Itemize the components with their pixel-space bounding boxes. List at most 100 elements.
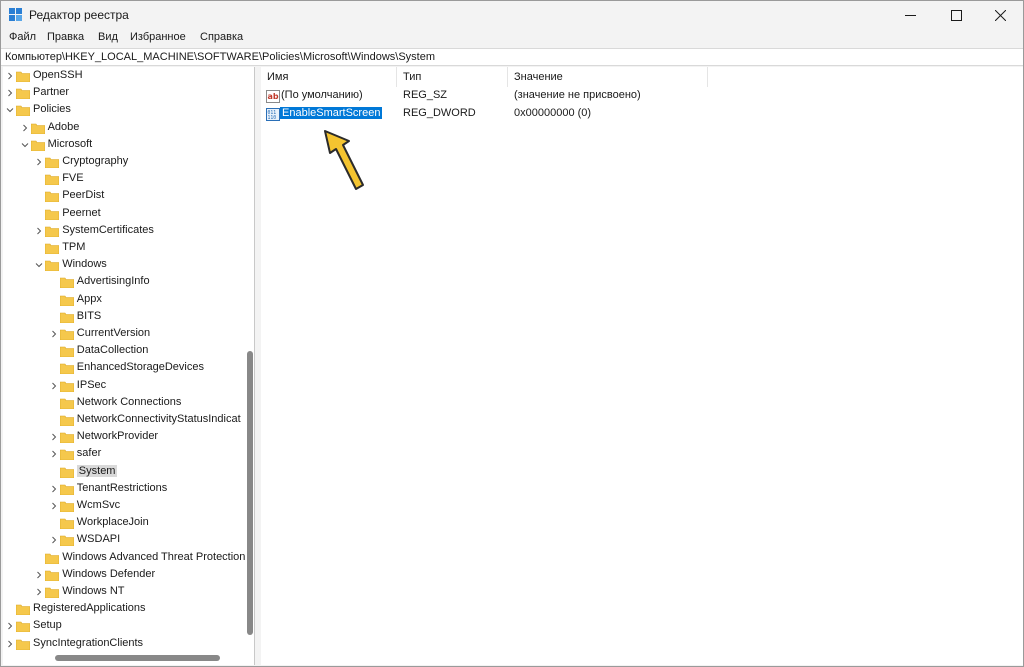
tree-item-systemcertificates[interactable]: SystemCertificates bbox=[3, 223, 243, 240]
tree-item-label: Setup bbox=[33, 619, 62, 632]
chevron-right-icon[interactable] bbox=[34, 570, 44, 580]
folder-icon bbox=[59, 432, 74, 444]
chevron-down-icon[interactable] bbox=[20, 140, 30, 150]
value-name: (По умолчанию) bbox=[281, 89, 363, 101]
tree-vertical-scroll-thumb[interactable] bbox=[247, 351, 253, 635]
tree-item-syncintegrationclients[interactable]: SyncIntegrationClients bbox=[3, 636, 243, 653]
tree-item-appx[interactable]: Appx bbox=[3, 292, 243, 309]
tree-item-openssh[interactable]: OpenSSH bbox=[3, 68, 243, 85]
folder-icon bbox=[45, 226, 60, 237]
address-bar[interactable]: Компьютер\HKEY_LOCAL_MACHINE\SOFTWARE\Po… bbox=[1, 48, 1023, 66]
minimize-button[interactable] bbox=[887, 1, 933, 29]
tree-item-label: Microsoft bbox=[47, 137, 93, 150]
tree-item-network-connections[interactable]: Network Connections bbox=[3, 395, 243, 412]
folder-icon bbox=[16, 639, 30, 650]
value-row[interactable]: 011 110 EnableSmartScreen REG_DWORD 0x000000… bbox=[261, 106, 1023, 123]
tree-item-label: Adobe bbox=[47, 120, 80, 133]
chevron-down-icon[interactable] bbox=[5, 105, 15, 115]
menu-help[interactable]: Справка bbox=[200, 31, 243, 43]
maximize-button[interactable] bbox=[933, 1, 979, 29]
tree-item-system[interactable]: System bbox=[3, 464, 243, 481]
tree-item-tpm[interactable]: TPM bbox=[3, 240, 243, 257]
folder-icon bbox=[30, 140, 45, 151]
chevron-right-icon[interactable] bbox=[49, 484, 59, 494]
chevron-right-icon[interactable] bbox=[49, 501, 59, 511]
values-pane[interactable]: Имя Тип Значение ab (По умолчанию) REG_SZ (… bbox=[261, 67, 1023, 665]
tree-item-adobe[interactable]: Adobe bbox=[3, 120, 243, 137]
menu-edit[interactable]: Правка bbox=[47, 31, 84, 43]
tree-item-label: Partner bbox=[33, 86, 70, 99]
minimize-icon bbox=[904, 14, 916, 16]
window-title: Редактор реестра bbox=[29, 8, 129, 22]
tree-horizontal-scroll-thumb[interactable] bbox=[55, 655, 220, 661]
tree-item-label: Network Connections bbox=[76, 395, 182, 408]
folder-icon bbox=[59, 518, 74, 530]
folder-icon bbox=[45, 553, 60, 564]
tree-item-safer[interactable]: safer bbox=[3, 446, 243, 463]
tree-item-enhancedstoragedevices[interactable]: EnhancedStorageDevices bbox=[3, 360, 243, 377]
folder-icon bbox=[16, 71, 30, 82]
tree-item-wcmsvc[interactable]: WcmSvc bbox=[3, 498, 243, 515]
maximize-icon bbox=[950, 9, 962, 21]
menu-favorites[interactable]: Избранное bbox=[130, 31, 186, 43]
chevron-right-icon[interactable] bbox=[34, 226, 44, 236]
column-header-type[interactable]: Тип bbox=[397, 67, 508, 87]
chevron-right-icon[interactable] bbox=[49, 381, 59, 391]
tree-item-peerdist[interactable]: PeerDist bbox=[3, 188, 243, 205]
tree-item-wsdapi[interactable]: WSDAPI bbox=[3, 532, 243, 549]
chevron-right-icon[interactable] bbox=[49, 449, 59, 459]
tree-item-windows[interactable]: Windows bbox=[3, 257, 243, 274]
tree-item-fve[interactable]: FVE bbox=[3, 171, 243, 188]
folder-icon bbox=[59, 415, 74, 426]
tree-item-label: System bbox=[76, 464, 118, 477]
tree-item-setup[interactable]: Setup bbox=[3, 618, 243, 635]
chevron-right-icon[interactable] bbox=[34, 157, 44, 167]
chevron-right-icon[interactable] bbox=[49, 329, 59, 339]
tree-item-microsoft[interactable]: Microsoft bbox=[3, 137, 243, 154]
tree-item-label: Policies bbox=[33, 103, 71, 116]
value-data: (значение не присвоено) bbox=[514, 89, 641, 101]
key-tree-pane[interactable]: OpenSSH Partner Policies Adobe Microsoft Cryp… bbox=[3, 67, 255, 665]
chevron-right-icon[interactable] bbox=[49, 535, 59, 545]
binary-value-icon: 011110 bbox=[266, 107, 280, 121]
tree-item-tenantrestrictions[interactable]: TenantRestrictions bbox=[3, 481, 243, 498]
chevron-right-icon[interactable] bbox=[34, 587, 44, 597]
tree-item-networkconnectivitystatusindicat[interactable]: NetworkConnectivityStatusIndicat bbox=[3, 412, 243, 429]
tree-item-workplacejoin[interactable]: WorkplaceJoin bbox=[3, 515, 243, 532]
folder-icon bbox=[59, 398, 74, 409]
tree-item-windows-advanced-threat-protection[interactable]: Windows Advanced Threat Protection bbox=[3, 550, 245, 567]
tree-item-datacollection[interactable]: DataCollection bbox=[3, 343, 243, 360]
close-button[interactable] bbox=[977, 1, 1023, 29]
column-header-data[interactable]: Значение bbox=[508, 67, 708, 87]
tree-item-label: RegisteredApplications bbox=[33, 602, 146, 615]
tree-item-currentversion[interactable]: CurrentVersion bbox=[3, 326, 243, 343]
tree-item-policies[interactable]: Policies bbox=[3, 102, 243, 119]
chevron-right-icon[interactable] bbox=[49, 432, 59, 442]
menu-file[interactable]: Файл bbox=[9, 31, 36, 43]
chevron-down-icon[interactable] bbox=[34, 260, 44, 270]
tree-item-networkprovider[interactable]: NetworkProvider bbox=[3, 429, 243, 446]
tree-item-bits[interactable]: BITS bbox=[3, 309, 243, 326]
tree-item-advertisinginfo[interactable]: AdvertisingInfo bbox=[3, 274, 243, 291]
tree-item-partner[interactable]: Partner bbox=[3, 85, 243, 102]
menu-view[interactable]: Вид bbox=[98, 31, 118, 43]
tree-item-peernet[interactable]: Peernet bbox=[3, 206, 243, 223]
chevron-right-icon[interactable] bbox=[5, 621, 15, 631]
chevron-right-icon[interactable] bbox=[5, 71, 15, 81]
tree-item-windows-nt[interactable]: Windows NT bbox=[3, 584, 243, 601]
folder-icon bbox=[45, 587, 60, 598]
address-path[interactable]: Компьютер\HKEY_LOCAL_MACHINE\SOFTWARE\Po… bbox=[5, 51, 435, 63]
chevron-right-icon[interactable] bbox=[20, 123, 30, 133]
tree-item-registeredapplications[interactable]: RegisteredApplications bbox=[3, 601, 243, 618]
tree-item-label: AdvertisingInfo bbox=[76, 275, 150, 288]
tree-item-cryptography[interactable]: Cryptography bbox=[3, 154, 243, 171]
tree-item-ipsec[interactable]: IPSec bbox=[3, 378, 243, 395]
chevron-right-icon[interactable] bbox=[5, 639, 15, 649]
tree-item-label: OpenSSH bbox=[33, 69, 83, 81]
value-row[interactable]: ab (По умолчанию) REG_SZ (значение не присв… bbox=[261, 88, 1023, 105]
chevron-right-icon[interactable] bbox=[5, 88, 15, 98]
column-header-name[interactable]: Имя bbox=[261, 67, 397, 87]
tree-item-windows-defender[interactable]: Windows Defender bbox=[3, 567, 243, 584]
folder-icon bbox=[59, 484, 74, 495]
value-data: 0x00000000 (0) bbox=[514, 106, 592, 119]
